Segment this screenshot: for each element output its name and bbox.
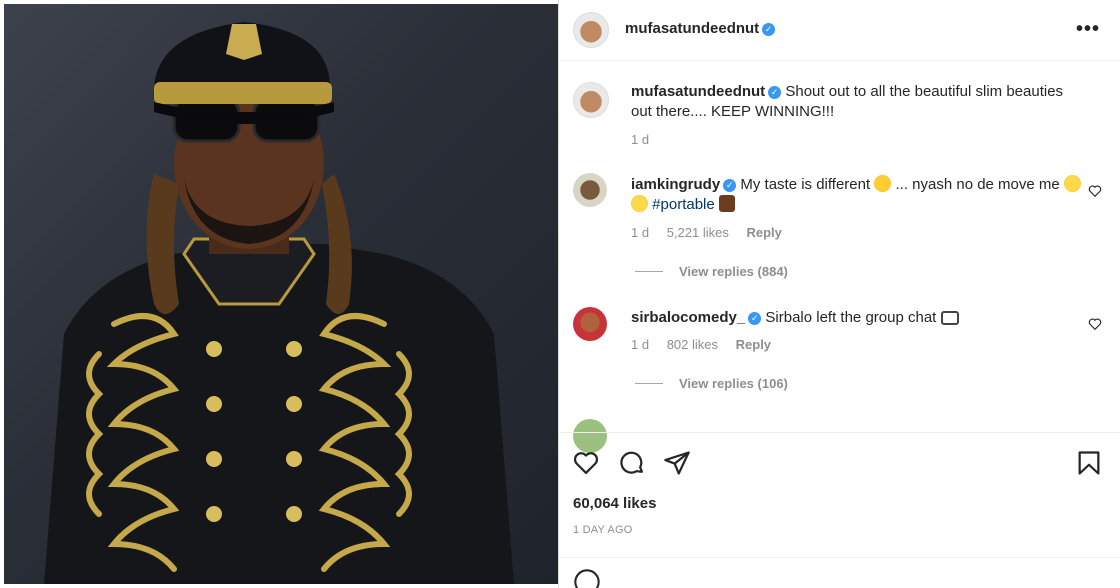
comment-meta: 1 d 802 likes Reply	[631, 337, 785, 352]
replies-divider	[635, 271, 663, 272]
author-name-row: mufasatundeednut ✓	[625, 20, 776, 38]
author-username[interactable]: mufasatundeednut	[625, 20, 759, 37]
comment-username[interactable]: sirbalocomedy_	[631, 309, 745, 326]
like-comment-heart-icon[interactable]	[1088, 184, 1102, 198]
view-replies-button[interactable]: View replies (106)	[635, 376, 788, 391]
thumbs-up-emoji-icon	[718, 195, 735, 212]
bookmark-icon[interactable]	[1075, 449, 1103, 477]
caption-avatar[interactable]	[573, 82, 609, 118]
post-actions: 60,064 likes 1 DAY AGO	[559, 432, 1120, 588]
reply-button[interactable]: Reply	[746, 225, 781, 240]
add-comment-row[interactable]	[559, 557, 1120, 588]
speech-bubble-emoji-icon	[940, 311, 959, 325]
comment-text: sirbalocomedy_ ✓ Sirbalo left the group c…	[631, 308, 1086, 328]
comment-avatar[interactable]	[573, 307, 607, 341]
comment-body: Sirbalo left the group chat	[765, 309, 937, 326]
post-date: 1 DAY AGO	[573, 524, 633, 536]
author-avatar[interactable]	[573, 12, 609, 48]
rofl-emoji-icon	[631, 195, 648, 212]
comment-likes[interactable]: 5,221 likes	[667, 225, 729, 240]
hashtag-link[interactable]: #portable	[652, 196, 715, 213]
verified-badge-icon: ✓	[748, 312, 762, 325]
view-replies-button[interactable]: View replies (884)	[635, 264, 788, 279]
post-image[interactable]	[4, 4, 558, 584]
caption-meta: 1 d	[631, 132, 663, 147]
share-icon[interactable]	[663, 449, 691, 477]
like-count[interactable]: 60,064 likes	[573, 495, 656, 512]
reply-button[interactable]: Reply	[736, 337, 771, 352]
comment-body-cont: ... nyash no de move me	[895, 176, 1060, 193]
comment-text: iamkingrudy ✓ My taste is different ... n…	[631, 175, 1086, 215]
rofl-emoji-icon	[1063, 175, 1081, 192]
view-replies-label: View replies (884)	[679, 264, 788, 279]
more-options-icon[interactable]: •••	[1076, 18, 1100, 41]
heart-eyes-emoji-icon	[874, 175, 892, 192]
post-photo-illustration	[44, 22, 514, 584]
verified-badge-icon: ✓	[768, 86, 782, 99]
emoji-icon[interactable]	[573, 568, 601, 588]
like-comment-heart-icon[interactable]	[1088, 317, 1102, 331]
comment-username[interactable]: iamkingrudy	[631, 176, 720, 193]
post-detail-panel: mufasatundeednut ✓ ••• mufasatundeednut ✓ …	[558, 0, 1120, 588]
comment-avatar[interactable]	[573, 173, 607, 207]
verified-badge-icon: ✓	[723, 179, 737, 192]
caption-username[interactable]: mufasatundeednut	[631, 83, 765, 100]
verified-badge-icon: ✓	[762, 23, 776, 36]
caption-time: 1 d	[631, 132, 650, 147]
comment-icon[interactable]	[618, 449, 646, 477]
comment-time: 1 d	[631, 225, 650, 240]
comment-likes[interactable]: 802 likes	[667, 337, 718, 352]
comment-time: 1 d	[631, 337, 650, 352]
replies-divider	[635, 383, 663, 384]
post-header: mufasatundeednut ✓ •••	[559, 0, 1120, 61]
caption-text: mufasatundeednut ✓ Shout out to all the b…	[631, 82, 1086, 122]
comment-body: My taste is different	[740, 176, 871, 193]
heart-icon[interactable]	[572, 449, 600, 477]
view-replies-label: View replies (106)	[679, 376, 788, 391]
comment-meta: 1 d 5,221 likes Reply	[631, 225, 796, 240]
